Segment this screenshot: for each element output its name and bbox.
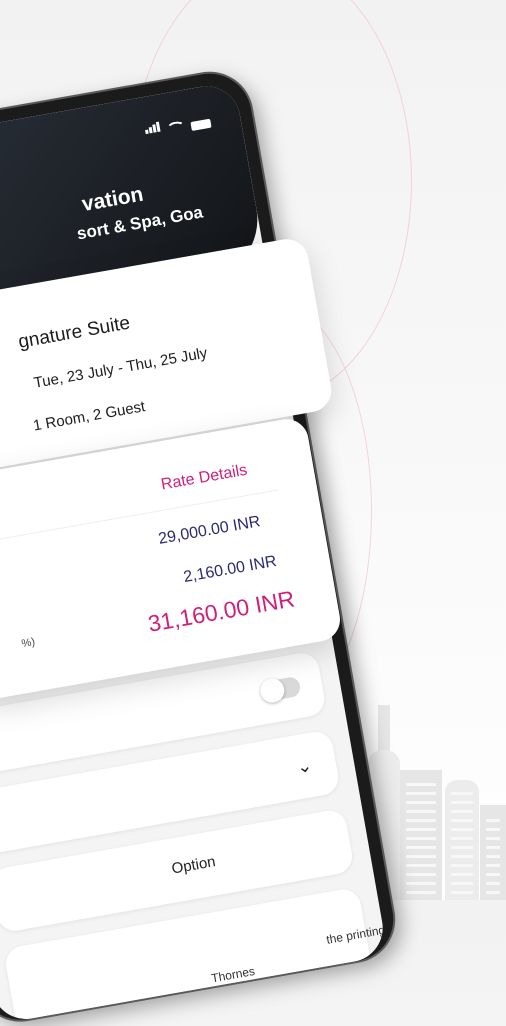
wifi-icon [166,120,187,136]
tax-note: %) [20,636,37,651]
status-bar [144,110,212,139]
room-rate-value: 29,000.00 INR [157,513,262,548]
room-type: gnature Suite [16,312,132,353]
room-guest-count: 1 Room, 2 Guest [31,398,147,435]
toggle-switch[interactable] [258,675,302,703]
guest-name: Thornes [210,963,256,986]
total-amount: 31,160.00 INR [145,585,297,637]
signal-icon [144,118,163,139]
chevron-down-icon[interactable]: ⌄ [295,755,314,778]
terms-text: the printing and [325,919,388,947]
tax-value: 2,160.00 INR [182,552,278,587]
rate-details-link[interactable]: Rate Details [160,462,249,495]
option-label: Option [170,853,217,878]
page-title: vation [80,182,145,217]
stay-dates: Tue, 23 July - Thu, 25 July [32,344,209,392]
battery-icon [190,118,212,132]
